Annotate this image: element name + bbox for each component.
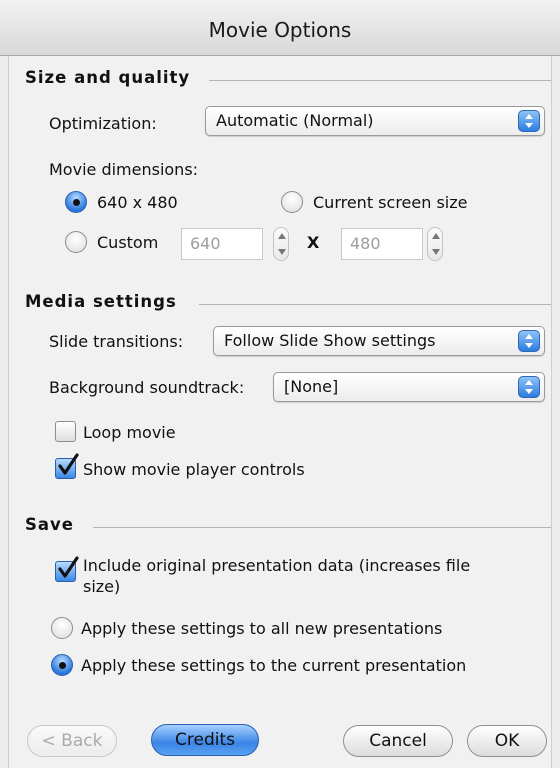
dialog-body: Size and quality Optimization: Automatic…	[8, 56, 552, 768]
loop-movie-checkbox[interactable]	[55, 421, 76, 442]
radio-dot-icon	[73, 199, 80, 206]
apply-current-label: Apply these settings to the current pres…	[81, 656, 467, 675]
include-original-data-label-line1: Include original presentation data (incr…	[83, 556, 471, 575]
slide-transitions-popup[interactable]: Follow Slide Show settings	[213, 326, 545, 356]
window-title: Movie Options	[0, 0, 560, 56]
show-player-controls-checkbox[interactable]	[55, 453, 79, 479]
option-current-screen-label: Current screen size	[313, 193, 468, 212]
background-soundtrack-value: [None]	[284, 377, 339, 396]
radio-custom[interactable]	[65, 231, 87, 253]
popup-arrows-icon	[518, 110, 540, 132]
stepper-arrows-icon	[278, 233, 286, 255]
radio-apply-all-new[interactable]	[51, 617, 73, 639]
include-original-data-checkbox[interactable]	[55, 556, 79, 582]
movie-options-dialog: Movie Options Size and quality Optimizat…	[0, 0, 560, 768]
custom-width-field[interactable]: 640	[181, 228, 263, 260]
custom-height-field[interactable]: 480	[341, 228, 423, 260]
back-button[interactable]: < Back	[27, 725, 117, 757]
checkmark-icon	[58, 556, 79, 578]
option-640x480-label: 640 x 480	[97, 193, 178, 212]
loop-movie-label: Loop movie	[83, 423, 176, 442]
background-soundtrack-label: Background soundtrack:	[49, 378, 245, 397]
optimization-label: Optimization:	[49, 114, 157, 133]
radio-current-screen-size[interactable]	[281, 191, 303, 213]
size-quality-heading: Size and quality	[25, 68, 191, 87]
option-custom-label: Custom	[97, 233, 159, 252]
stepper-arrows-icon	[432, 233, 440, 255]
custom-width-stepper[interactable]	[273, 227, 289, 261]
optimization-popup[interactable]: Automatic (Normal)	[205, 106, 545, 136]
media-settings-divider	[199, 304, 551, 305]
slide-transitions-label: Slide transitions:	[49, 332, 184, 351]
popup-arrows-icon	[518, 330, 540, 352]
radio-dot-icon	[59, 662, 66, 669]
ok-button[interactable]: OK	[467, 725, 547, 757]
apply-all-new-label: Apply these settings to all new presenta…	[81, 619, 443, 638]
custom-x-separator: X	[307, 233, 320, 252]
cancel-button[interactable]: Cancel	[343, 725, 453, 757]
movie-dimensions-label: Movie dimensions:	[49, 160, 199, 179]
credits-button[interactable]: Credits	[151, 724, 259, 756]
radio-apply-current[interactable]	[51, 654, 73, 676]
media-settings-heading: Media settings	[25, 292, 177, 311]
popup-arrows-icon	[518, 376, 540, 398]
radio-640x480[interactable]	[65, 191, 87, 213]
slide-transitions-value: Follow Slide Show settings	[224, 331, 436, 350]
custom-height-stepper[interactable]	[427, 227, 443, 261]
background-soundtrack-popup[interactable]: [None]	[273, 372, 545, 402]
show-player-controls-label: Show movie player controls	[83, 460, 305, 479]
save-heading: Save	[25, 515, 74, 534]
save-divider	[93, 527, 551, 528]
checkmark-icon	[58, 453, 79, 475]
include-original-data-label-line2: size)	[83, 577, 121, 596]
size-quality-divider	[209, 80, 551, 81]
optimization-value: Automatic (Normal)	[216, 111, 374, 130]
